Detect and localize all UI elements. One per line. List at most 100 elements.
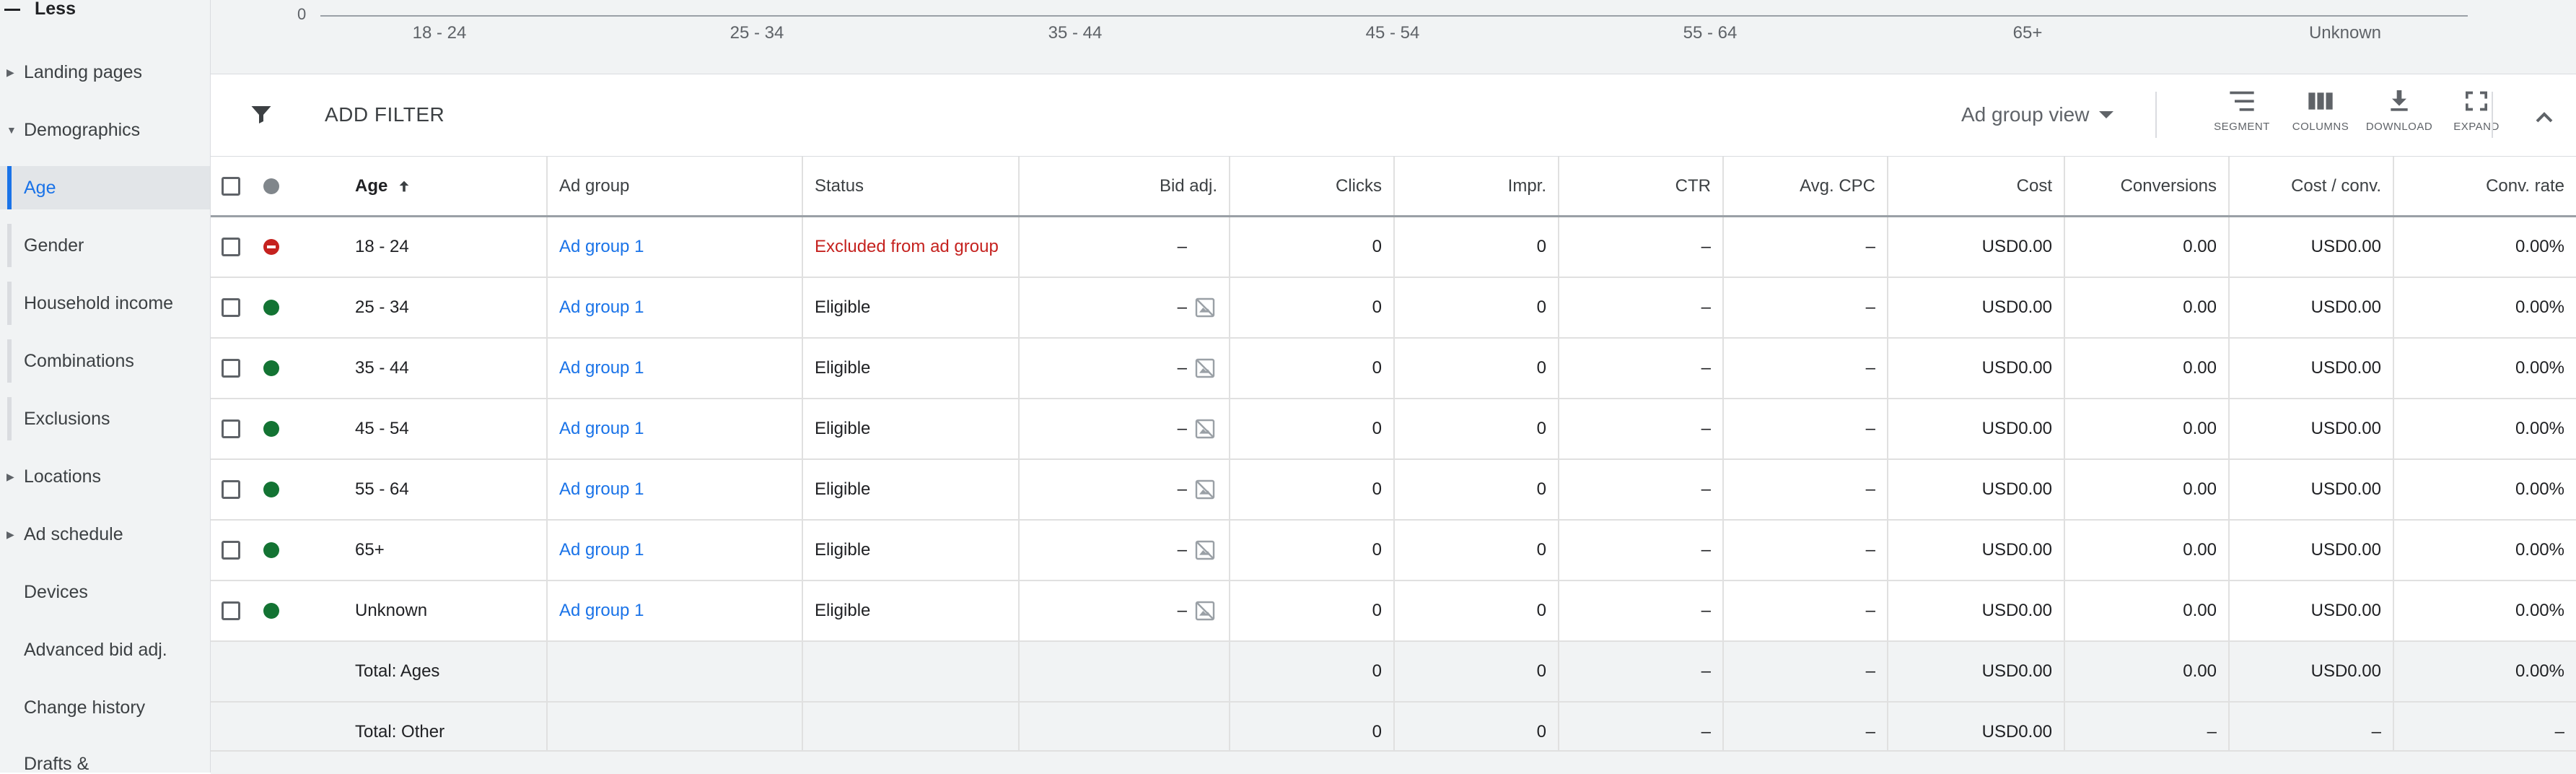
clicks-cell: 0 <box>1230 460 1395 519</box>
bid-adj-unavailable-icon[interactable] <box>1193 417 1217 440</box>
ad-group-link[interactable]: Ad group 1 <box>559 237 644 257</box>
row-checkbox[interactable] <box>222 298 240 317</box>
segment-icon <box>2230 91 2254 111</box>
clicks-header[interactable]: Clicks <box>1230 157 1395 215</box>
table-row[interactable]: 25 - 34 Ad group 1 Eligible –0 0– – USD0.00 0.0… <box>211 278 2576 339</box>
clicks-cell: 0 <box>1230 399 1395 458</box>
ad-group-header[interactable]: Ad group <box>548 157 803 215</box>
conv-rate-header[interactable]: Conv. rate <box>2394 157 2576 215</box>
bid-adj-unavailable-icon[interactable] <box>1193 357 1217 380</box>
row-checkbox[interactable] <box>222 480 240 499</box>
age-header-content: Age <box>355 176 412 196</box>
sidebar-item-combinations[interactable]: Combinations <box>0 339 210 383</box>
table-row[interactable]: 55 - 64 Ad group 1 Eligible –0 0– – USD0.00 0.0… <box>211 460 2576 521</box>
total-empty-cell <box>251 642 292 701</box>
conversions-cell: 0.00 <box>2065 278 2230 337</box>
ad-group-link[interactable]: Ad group 1 <box>559 358 644 378</box>
cost-per-conv-header[interactable]: Cost / conv. <box>2230 157 2394 215</box>
table-row-partial <box>211 750 2576 774</box>
row-select-cell <box>211 399 251 458</box>
avg-cpc-cell: – <box>1724 278 1888 337</box>
clicks-cell: 0 <box>1230 339 1395 398</box>
clicks-cell: 0 <box>1230 581 1395 640</box>
sidebar-item-drafts[interactable]: Drafts & <box>0 744 210 773</box>
avg-cpc-cell: – <box>1724 521 1888 580</box>
sidebar-item-label: Locations <box>24 466 102 487</box>
sidebar-rail <box>7 282 12 325</box>
collapse-chevron-icon[interactable] <box>2530 103 2559 132</box>
sidebar-item-devices[interactable]: Devices <box>0 570 210 614</box>
segment-button[interactable]: SEGMENT <box>2206 89 2278 147</box>
conv-rate-cell: 0.00% <box>2515 237 2564 256</box>
age-header[interactable]: Age <box>292 157 548 215</box>
bid-adj-unavailable-icon[interactable] <box>1193 539 1217 562</box>
sidebar-less-toggle[interactable]: Less <box>0 0 210 23</box>
expand-button[interactable]: EXPAND <box>2440 89 2513 147</box>
total-conv-rate-cell: 0.00% <box>2515 661 2564 681</box>
conversions-header[interactable]: Conversions <box>2065 157 2230 215</box>
table-row[interactable]: 35 - 44 Ad group 1 Eligible –0 0– – USD0.00 0.0… <box>211 339 2576 399</box>
filter-icon[interactable] <box>247 102 276 128</box>
table-row[interactable]: 65+ Ad group 1 Eligible –0 0– – USD0.00 0.00 USD… <box>211 521 2576 581</box>
table-header-row: Age Ad group Status Bid adj. Clicks Impr… <box>211 157 2576 217</box>
select-all-checkbox[interactable] <box>222 176 240 196</box>
row-checkbox[interactable] <box>222 601 240 620</box>
impr-cell: 0 <box>1395 399 1559 458</box>
clicks-cell: 0 <box>1230 217 1395 277</box>
bid-adj-header[interactable]: Bid adj. <box>1020 157 1230 215</box>
bid-adj-unavailable-icon[interactable] <box>1193 296 1217 319</box>
sidebar-item-ad-schedule[interactable]: ▶ Ad schedule <box>0 513 210 556</box>
conv-rate-cell: 0.00% <box>2515 297 2564 317</box>
ctr-header[interactable]: CTR <box>1559 157 1724 215</box>
row-checkbox[interactable] <box>222 359 240 378</box>
sidebar-rail <box>7 339 12 383</box>
impr-header[interactable]: Impr. <box>1395 157 1559 215</box>
sidebar-active-indicator <box>7 166 12 209</box>
sidebar-item-exclusions[interactable]: Exclusions <box>0 397 210 440</box>
avg-cpc-header[interactable]: Avg. CPC <box>1724 157 1888 215</box>
ad-group-link[interactable]: Ad group 1 <box>559 297 644 318</box>
table-row[interactable]: 18 - 24 Ad group 1 Excluded from ad group –… <box>211 217 2576 278</box>
table-row[interactable]: Unknown Ad group 1 Eligible –0 0– – USD0.00 0.0… <box>211 581 2576 642</box>
chart-tick-label: 35 - 44 <box>1048 23 1103 43</box>
row-checkbox[interactable] <box>222 419 240 438</box>
sidebar-item-change-history[interactable]: Change history <box>0 686 210 729</box>
sidebar-item-age[interactable]: Age <box>0 166 210 209</box>
conv-rate-cell: 0.00% <box>2515 358 2564 378</box>
ad-group-link[interactable]: Ad group 1 <box>559 601 644 621</box>
row-checkbox[interactable] <box>222 541 240 560</box>
download-button[interactable]: DOWNLOAD <box>2363 89 2435 147</box>
sidebar-item-landing-pages[interactable]: ▶ Landing pages <box>0 51 210 94</box>
total-label: Total: Ages <box>292 642 548 701</box>
status-cell: Eligible <box>803 399 1020 458</box>
bid-adj-unavailable-icon[interactable] <box>1193 478 1217 501</box>
bid-adj-content: – <box>1178 237 1217 257</box>
status-header[interactable]: Status <box>803 157 1020 215</box>
sidebar-item-label: Exclusions <box>24 408 110 429</box>
ad-group-link[interactable]: Ad group 1 <box>559 419 644 439</box>
sidebar-item-locations[interactable]: ▶ Locations <box>0 455 210 498</box>
expand-label: EXPAND <box>2453 121 2500 133</box>
row-select-cell <box>211 581 251 640</box>
table-row[interactable]: 45 - 54 Ad group 1 Eligible –0 0– – USD0.00 0.0… <box>211 399 2576 460</box>
sidebar-item-household-income[interactable]: Household income <box>0 282 210 325</box>
eligible-status-icon <box>263 603 279 619</box>
sidebar-item-advanced-bid-adj[interactable]: Advanced bid adj. <box>0 628 210 671</box>
view-select[interactable]: Ad group view <box>1961 103 2114 126</box>
ad-group-link[interactable]: Ad group 1 <box>559 540 644 560</box>
bid-adj-unavailable-icon[interactable] <box>1193 599 1217 622</box>
bid-adj-cell: – <box>1020 217 1230 277</box>
ad-group-link[interactable]: Ad group 1 <box>559 479 644 500</box>
sidebar-item-gender[interactable]: Gender <box>0 224 210 267</box>
total-cost-per-conv-cell: USD0.00 <box>2230 642 2394 701</box>
row-checkbox[interactable] <box>222 238 240 256</box>
age-cell: 55 - 64 <box>292 460 548 519</box>
cost-per-conv-cell: USD0.00 <box>2230 460 2394 519</box>
caret-right-icon: ▶ <box>6 528 14 540</box>
status-cell: Eligible <box>803 521 1020 580</box>
columns-button[interactable]: COLUMNS <box>2284 89 2357 147</box>
impr-cell: 0 <box>1395 581 1559 640</box>
sidebar-item-demographics[interactable]: ▼ Demographics <box>0 108 210 152</box>
cost-header[interactable]: Cost <box>1888 157 2065 215</box>
add-filter-button[interactable]: ADD FILTER <box>325 103 444 126</box>
